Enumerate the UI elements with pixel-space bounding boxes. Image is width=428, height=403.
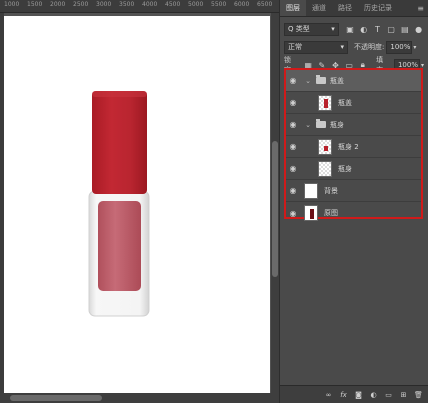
trash-icon[interactable]: 🗑︎ <box>414 391 423 399</box>
chevron-down-icon[interactable]: ▾ <box>413 44 416 51</box>
opacity-input[interactable]: 100% <box>386 40 413 54</box>
chevron-down-icon: ▾ <box>340 42 344 51</box>
tab-history[interactable]: 历史记录 <box>358 0 398 16</box>
filter-row: Q 类型 ▾ ▣ ◐ T ▢ ▤ ● <box>280 20 428 38</box>
ruler-label: 1000 <box>4 1 20 8</box>
pixel-filter-icon[interactable]: ▣ <box>345 24 356 34</box>
chevron-down-icon[interactable]: ⌄ <box>304 77 312 85</box>
panel-footer: ∞ fx ◙ ◐ ▭ ⊞ 🗑︎ <box>280 385 428 403</box>
ruler-label: 4000 <box>142 1 158 8</box>
ruler-label: 6000 <box>234 1 250 8</box>
ruler-label: 1500 <box>27 1 43 8</box>
opacity-label: 不透明度: <box>354 43 385 51</box>
new-layer-icon[interactable]: ⊞ <box>399 391 408 399</box>
ruler-label: 4500 <box>165 1 181 8</box>
ruler-label: 2000 <box>50 1 66 8</box>
eye-icon[interactable]: ◉ <box>286 209 300 218</box>
layer-name: 瓶身 <box>330 120 344 129</box>
chevron-down-icon[interactable]: ⌄ <box>304 121 312 129</box>
layer-thumbnail <box>318 138 332 155</box>
ruler-label: 3000 <box>96 1 112 8</box>
layer-group-body[interactable]: ◉ ⌄ 瓶身 <box>286 114 421 136</box>
shape-filter-icon[interactable]: ▢ <box>386 24 397 34</box>
horizontal-scrollbar[interactable] <box>0 393 279 403</box>
layers-list: ◉ ⌄ 瓶盖 ◉ 瓶盖 ◉ ⌄ 瓶身 ◉ 瓶身 2 ◉ 瓶身 ◉ 背景 ◉ 原图 <box>284 68 423 221</box>
nail-polish-bottle-image <box>88 91 150 317</box>
panel-tabbar: 图层 通道 路径 历史记录 ≡ <box>280 0 428 17</box>
opacity-value: 100% <box>390 42 411 51</box>
blend-row: 正常 ▾ 不透明度: 100% ▾ <box>280 38 428 56</box>
layer-body[interactable]: ◉ 瓶身 <box>286 158 421 180</box>
adjustment-filter-icon[interactable]: ◐ <box>358 24 369 34</box>
top-ruler: 1000 1500 2000 2500 3000 3500 4000 4500 … <box>0 0 279 13</box>
folder-icon <box>316 75 326 84</box>
ruler-label: 5000 <box>188 1 204 8</box>
filter-toggle-icon[interactable]: ● <box>413 24 424 34</box>
layer-name: 瓶盖 <box>338 98 352 107</box>
ruler-label: 6500 <box>257 1 273 8</box>
layer-name: 原图 <box>324 209 338 217</box>
layer-name: 瓶盖 <box>330 76 344 85</box>
layer-group-cap[interactable]: ◉ ⌄ 瓶盖 <box>286 70 421 92</box>
filter-value: Q 类型 <box>288 24 310 33</box>
canvas-area: 1000 1500 2000 2500 3000 3500 4000 4500 … <box>0 0 279 403</box>
vertical-scrollbar[interactable] <box>271 13 279 393</box>
layer-filter-dropdown[interactable]: Q 类型 ▾ <box>284 22 339 36</box>
new-group-icon[interactable]: ▭ <box>384 391 393 399</box>
add-mask-icon[interactable]: ◙ <box>354 391 363 399</box>
blend-mode-value: 正常 <box>288 42 302 51</box>
layer-name: 瓶身 <box>338 164 352 173</box>
layer-thumbnail <box>304 205 318 221</box>
layer-style-icon[interactable]: fx <box>339 391 348 399</box>
eye-icon[interactable]: ◉ <box>286 98 300 107</box>
adjustment-layer-icon[interactable]: ◐ <box>369 391 378 399</box>
layer-original[interactable]: ◉ 原图 <box>286 202 421 224</box>
layer-body-2[interactable]: ◉ 瓶身 2 <box>286 136 421 158</box>
ruler-label: 2500 <box>73 1 89 8</box>
eye-icon[interactable]: ◉ <box>286 142 300 151</box>
photoshop-window: 1000 1500 2000 2500 3000 3500 4000 4500 … <box>0 0 428 403</box>
tab-channels[interactable]: 通道 <box>306 0 332 16</box>
ruler-label: 5500 <box>211 1 227 8</box>
eye-icon[interactable]: ◉ <box>286 76 300 85</box>
ruler-label: 3500 <box>119 1 135 8</box>
link-layers-icon[interactable]: ∞ <box>324 391 333 399</box>
chevron-down-icon: ▾ <box>331 24 335 33</box>
eye-icon[interactable]: ◉ <box>286 186 300 195</box>
layer-name: 瓶身 2 <box>338 142 359 151</box>
smart-object-filter-icon[interactable]: ▤ <box>400 24 411 34</box>
layer-thumbnail <box>304 182 318 199</box>
eye-icon[interactable]: ◉ <box>286 120 300 129</box>
layer-cap[interactable]: ◉ 瓶盖 <box>286 92 421 114</box>
layer-name: 背景 <box>324 186 338 195</box>
layer-thumbnail <box>318 94 332 111</box>
tab-layers[interactable]: 图层 <box>280 0 306 16</box>
layers-panel: 图层 通道 路径 历史记录 ≡ Q 类型 ▾ ▣ ◐ T ▢ ▤ ● 正常 ▾ … <box>279 0 428 403</box>
document-canvas[interactable] <box>4 16 270 393</box>
blend-mode-dropdown[interactable]: 正常 ▾ <box>284 40 348 54</box>
eye-icon[interactable]: ◉ <box>286 164 300 173</box>
folder-icon <box>316 119 326 128</box>
horizontal-scroll-thumb[interactable] <box>10 395 102 401</box>
layer-thumbnail <box>318 160 332 177</box>
tab-paths[interactable]: 路径 <box>332 0 358 16</box>
type-filter-icon[interactable]: T <box>372 24 383 34</box>
panel-menu-icon[interactable]: ≡ <box>417 0 424 17</box>
vertical-scroll-thumb[interactable] <box>272 141 278 277</box>
layer-background[interactable]: ◉ 背景 <box>286 180 421 202</box>
